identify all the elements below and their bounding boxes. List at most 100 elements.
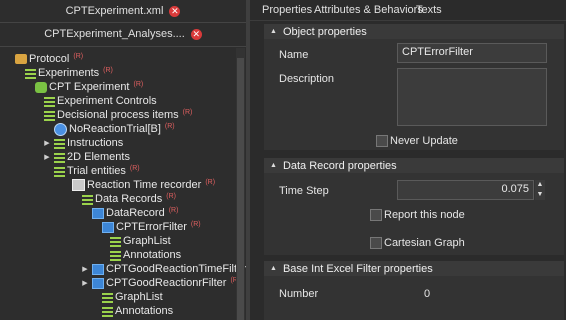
tree-item[interactable]: NoReactionTrial[B] (R) xyxy=(43,122,175,136)
expand-icon[interactable]: ▶ xyxy=(81,265,89,273)
box-icon xyxy=(72,179,85,191)
blue-icon xyxy=(92,277,104,289)
required-badge: (R) xyxy=(103,66,113,74)
list-icon xyxy=(44,97,55,107)
list-icon xyxy=(110,251,121,261)
tree-item[interactable]: Data Records (R) xyxy=(71,192,176,206)
tree-item[interactable]: Reaction Time recorder (R) xyxy=(61,178,215,192)
expand-icon[interactable]: ▶ xyxy=(81,279,89,287)
puzzle-icon xyxy=(35,81,47,93)
list-icon xyxy=(102,307,113,317)
tree-item[interactable]: Experiments (R) xyxy=(14,66,113,80)
close-icon[interactable]: ✕ xyxy=(190,28,202,40)
left-panel: CPTExperiment.xml ✕ CPTExperiment_Analys… xyxy=(0,0,246,320)
number-value: 0 xyxy=(424,288,431,300)
doc-tab-cptexperiment[interactable]: CPTExperiment.xml ✕ xyxy=(0,0,246,22)
scrollbar-thumb[interactable] xyxy=(237,58,244,320)
tree-item-label: GraphList xyxy=(123,235,171,247)
tree-item[interactable]: Experiment Controls xyxy=(33,94,157,108)
tree-item-label: Data Records xyxy=(95,193,163,205)
required-badge: (R) xyxy=(205,178,216,186)
cartesian-graph-checkbox[interactable] xyxy=(370,237,382,249)
never-update-label: Never Update xyxy=(390,135,458,147)
tree-item-label: 2D Elements xyxy=(67,151,130,163)
collapse-icon: ▲ xyxy=(270,162,277,169)
tree-item[interactable]: Decisional process items (R) xyxy=(33,108,192,122)
doc-tab-label: CPTExperiment.xml xyxy=(65,5,164,17)
list-icon xyxy=(54,167,65,177)
tree-item[interactable]: GraphList xyxy=(91,290,163,304)
section-header-data-record[interactable]: ▲ Data Record properties xyxy=(264,158,564,173)
time-step-field[interactable]: 0.075 xyxy=(397,180,534,200)
tree-item-label: CPTGoodReactionTimeFilter xyxy=(106,263,246,275)
section-title: Base Int Excel Filter properties xyxy=(282,262,433,275)
expand-icon[interactable]: ▶ xyxy=(43,139,51,147)
tree-item-label: CPT Experiment xyxy=(49,81,130,93)
tab-divider xyxy=(0,46,246,47)
tree-item[interactable]: Annotations xyxy=(91,304,173,318)
section-title: Object properties xyxy=(282,25,367,38)
number-label: Number xyxy=(279,288,319,300)
doc-tab-analyses[interactable]: CPTExperiment_Analyses.... ✕ xyxy=(0,23,246,45)
required-badge: (R) xyxy=(164,122,175,130)
tree-item[interactable]: ▶ Instructions xyxy=(43,136,123,150)
collapse-icon: ▲ xyxy=(270,265,277,272)
tree-item-label: DataRecord xyxy=(106,207,165,219)
tree-item-label: CPTGoodReactionrFilter xyxy=(106,277,227,289)
list-icon xyxy=(54,153,65,163)
blue-icon xyxy=(92,263,104,275)
tree-item-label: Annotations xyxy=(123,249,182,261)
tree-item[interactable]: Protocol (R) xyxy=(4,52,83,66)
spin-down-icon[interactable]: ▼ xyxy=(535,190,545,200)
tree-item-label: Protocol xyxy=(29,53,70,65)
tree-item[interactable]: CPT Experiment (R) xyxy=(24,80,143,94)
tree-item[interactable]: GraphList xyxy=(99,234,171,248)
tree-item[interactable]: Annotations xyxy=(99,248,181,262)
never-update-checkbox[interactable] xyxy=(376,135,388,147)
expand-icon[interactable]: ▶ xyxy=(43,153,51,161)
tree-item-label: Reaction Time recorder xyxy=(87,179,202,191)
time-step-label: Time Step xyxy=(279,185,329,197)
close-icon[interactable]: ✕ xyxy=(169,5,181,17)
tree-item-label: Experiment Controls xyxy=(57,95,157,107)
tree-item[interactable]: ▶CPTGoodReactionTimeFilter(R) xyxy=(81,262,246,276)
required-badge: (R) xyxy=(129,164,140,172)
blue-icon xyxy=(102,221,114,233)
tree-item[interactable]: ▶ 2D Elements xyxy=(43,150,130,164)
tree-item-label: GraphList xyxy=(115,291,163,303)
spin-up-icon[interactable]: ▲ xyxy=(535,180,545,190)
tree-item[interactable]: ▶CPTGoodReactionrFilter(R) xyxy=(81,276,240,290)
folder-icon xyxy=(15,54,27,64)
tree-item[interactable]: CPTErrorFilter (R) xyxy=(91,220,201,234)
list-icon xyxy=(44,111,55,121)
list-icon xyxy=(25,69,36,79)
tree-item[interactable]: DataRecord (R) xyxy=(81,206,178,220)
section-header-object[interactable]: ▲ Object properties xyxy=(264,24,564,39)
tree-item[interactable]: Trial entities (R) xyxy=(43,164,140,178)
tree-item-label: Annotations xyxy=(115,305,174,317)
section-header-excel-filter[interactable]: ▲ Base Int Excel Filter properties xyxy=(264,261,564,276)
section-object-properties: Name CPTErrorFilter Description Never Up… xyxy=(264,39,564,150)
description-field[interactable] xyxy=(397,68,547,126)
required-badge: (R) xyxy=(73,52,84,60)
name-label: Name xyxy=(279,49,309,61)
collapse-icon: ▲ xyxy=(270,28,277,35)
cartesian-graph-label: Cartesian Graph xyxy=(384,237,465,249)
tree-item-label: Experiments xyxy=(38,67,100,79)
tree-item-label: CPTErrorFilter xyxy=(116,221,187,233)
clock-icon xyxy=(54,122,67,136)
tree-item-label: Trial entities xyxy=(67,165,126,177)
report-node-label: Report this node xyxy=(384,209,465,221)
doc-tab-label: CPTExperiment_Analyses.... xyxy=(44,28,185,40)
section-excel-filter-properties: Number 0 xyxy=(264,276,564,320)
name-field[interactable]: CPTErrorFilter xyxy=(397,43,547,63)
report-node-checkbox[interactable] xyxy=(370,209,382,221)
tab-divider xyxy=(250,20,566,21)
tree-scrollbar[interactable] xyxy=(236,48,245,320)
time-step-spinner[interactable]: ▲ ▼ xyxy=(535,180,545,200)
description-label: Description xyxy=(279,73,335,85)
blue-icon xyxy=(92,207,104,219)
section-title: Data Record properties xyxy=(282,159,397,172)
tab-texts[interactable]: Texts xyxy=(410,0,448,20)
tree-item-label: NoReactionTrial[B] xyxy=(69,123,161,135)
